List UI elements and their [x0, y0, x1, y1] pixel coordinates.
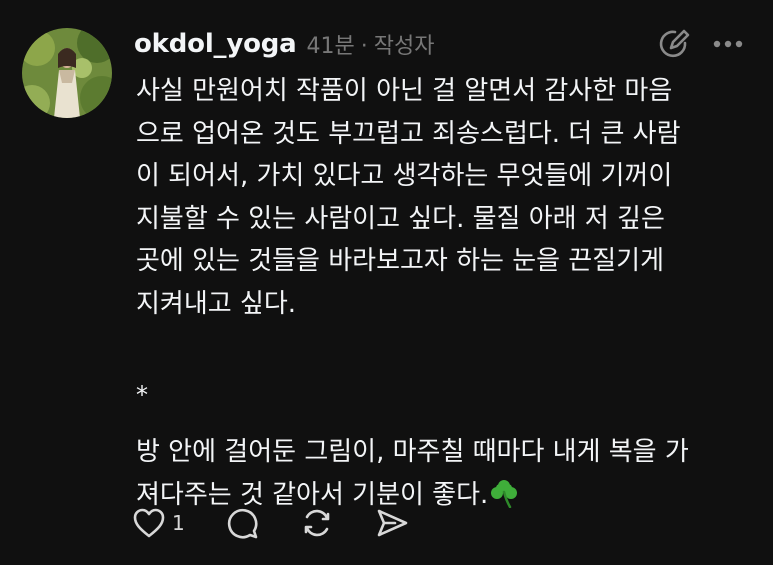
post-paragraph-1: 사실 만원어치 작품이 아닌 걸 알면서 감사한 마음 으로 업어온 것도 부끄…: [136, 76, 681, 319]
meta-separator: ·: [360, 34, 368, 59]
shamrock-icon: [490, 478, 518, 522]
post-body: 사실 만원어치 작품이 아닌 걸 알면서 감사한 마음 으로 업어온 것도 부끄…: [136, 70, 736, 521]
comment-button[interactable]: [225, 506, 259, 540]
edit-icon[interactable]: [657, 27, 691, 61]
comment-icon[interactable]: [225, 506, 259, 540]
more-icon[interactable]: [713, 40, 743, 48]
post-divider: *: [136, 381, 148, 409]
post-header: okdol_yoga 41분 · 작성자: [134, 26, 434, 62]
post-actions: 1: [132, 503, 449, 543]
heart-icon[interactable]: [132, 507, 166, 539]
share-button[interactable]: [375, 507, 409, 539]
post-meta: 41분 · 작성자: [307, 28, 435, 60]
post-paragraph-2: 방 안에 걸어둔 그림이, 마주칠 때마다 내게 복을 가 져다주는 것 같아서…: [136, 437, 689, 510]
like-button[interactable]: 1: [132, 507, 185, 539]
header-actions: [657, 26, 743, 62]
like-count: 1: [172, 511, 185, 535]
share-icon[interactable]: [375, 507, 409, 539]
avatar[interactable]: [22, 28, 112, 118]
repost-button[interactable]: [299, 506, 335, 540]
repost-icon[interactable]: [299, 506, 335, 540]
username[interactable]: okdol_yoga: [134, 29, 297, 59]
author-badge: 작성자: [373, 34, 435, 59]
timestamp: 41분: [306, 34, 355, 59]
